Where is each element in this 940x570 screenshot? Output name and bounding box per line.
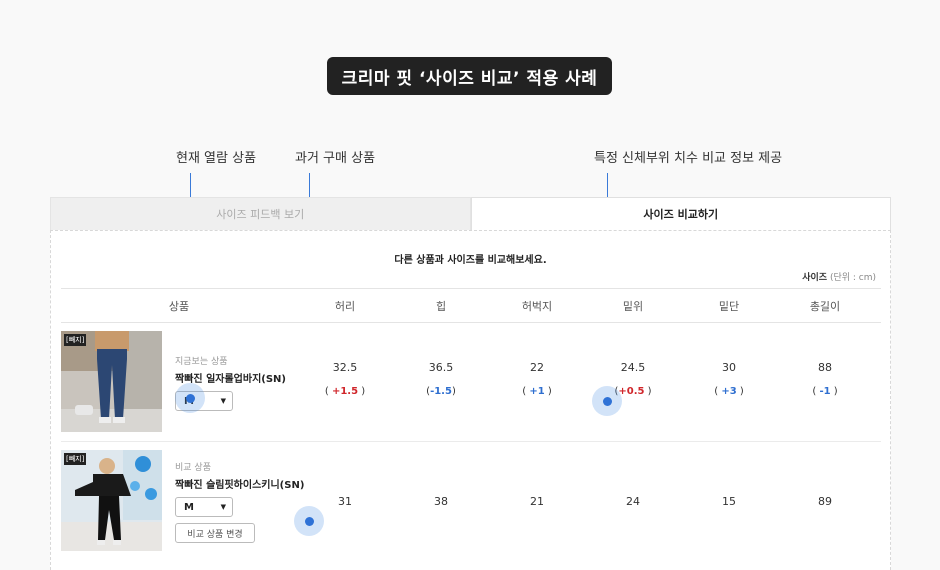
- cell-thigh-compare: 21: [489, 495, 585, 508]
- cell-hem-current: 30 ( +3 ): [681, 361, 777, 397]
- value-rise: 24.5: [620, 361, 646, 374]
- product-label-compare: 비교 상품: [175, 463, 211, 473]
- callout-body-part-comparison: 특정 신체부위 치수 비교 정보 제공: [594, 151, 783, 166]
- unit-label: 사이즈: [802, 273, 828, 283]
- cell-total-length-current: 88 ( -1 ): [777, 361, 873, 397]
- header-hem: 밑단: [718, 299, 740, 313]
- cell-total-length-compare: 89: [777, 495, 873, 508]
- value-total-length: 89: [818, 495, 832, 508]
- diff-hip-value: -1.5: [430, 386, 452, 397]
- callout-past-purchase: 과거 구매 상품: [295, 151, 376, 166]
- diff-thigh-value: +1: [529, 386, 545, 397]
- callout-marker-icon: [602, 396, 612, 406]
- page-title-badge: 크리마 핏 ‘사이즈 비교’ 적용 사례: [327, 57, 612, 95]
- cell-waist-current: 32.5 ( +1.5 ): [297, 361, 393, 397]
- header-product: 상품: [168, 299, 190, 313]
- diff-total-length-value: -1: [819, 386, 831, 397]
- size-widget-panel: 사이즈 피드백 보기 사이즈 비교하기 다른 상품과 사이즈를 비교해보세요. …: [50, 197, 891, 570]
- value-hip: 38: [434, 495, 448, 508]
- diff-hip: (-1.5): [426, 386, 456, 397]
- header-hip: 힙: [435, 299, 447, 313]
- header-waist: 허리: [334, 299, 356, 313]
- diff-waist: ( +1.5 ): [324, 386, 366, 397]
- size-select-value: M: [184, 501, 194, 513]
- table-header: 상품 허리 힙 허벅지 밑위 밑단 총길이: [61, 288, 881, 323]
- compare-subheading: 다른 상품과 사이즈를 비교해보세요.: [394, 255, 547, 266]
- table-row-current: [빼지] 지금보는 상품 짝빠진 일자롤업바지(SN) M ▼ 32.5 ( +…: [61, 323, 881, 442]
- cell-hip-current: 36.5 (-1.5): [393, 361, 489, 397]
- value-hem: 15: [722, 495, 736, 508]
- cell-rise-compare: 24: [585, 495, 681, 508]
- caret-down-icon: ▼: [220, 397, 226, 405]
- cell-hem-compare: 15: [681, 495, 777, 508]
- unit-value: (단위 : cm): [829, 273, 876, 283]
- unit-note: 사이즈 (단위 : cm): [802, 270, 876, 283]
- product-info-compare: 비교 상품 짝빠진 슬림핏하이스키니(SN) M ▼ 비교 상품 변경: [175, 460, 304, 543]
- callout-dot-current: [175, 383, 205, 413]
- value-hem: 30: [722, 361, 736, 374]
- value-thigh: 22: [530, 361, 544, 374]
- callout-marker-icon: [304, 516, 314, 526]
- callout-dot-past: [294, 506, 324, 536]
- tab-bar: 사이즈 피드백 보기 사이즈 비교하기: [50, 197, 891, 230]
- skinny-model-image: [61, 450, 162, 551]
- change-compare-product-button[interactable]: 비교 상품 변경: [175, 523, 255, 543]
- thumb-tag-current: [빼지]: [64, 334, 87, 346]
- tab-size-feedback[interactable]: 사이즈 피드백 보기: [50, 197, 471, 230]
- value-rise: 24: [626, 495, 640, 508]
- value-waist: 32.5: [332, 361, 358, 374]
- caret-down-icon: ▼: [220, 503, 226, 511]
- product-label-current: 지금보는 상품: [175, 357, 228, 367]
- thumb-tag-compare: [빼지]: [64, 453, 87, 465]
- diff-total-length: ( -1 ): [812, 386, 838, 397]
- tab-size-compare[interactable]: 사이즈 비교하기: [470, 197, 891, 230]
- value-total-length: 88: [818, 361, 832, 374]
- size-select-compare[interactable]: M ▼: [175, 497, 233, 517]
- header-thigh: 허벅지: [521, 299, 553, 313]
- product-image-compare[interactable]: [빼지]: [61, 450, 162, 551]
- header-rise: 밑위: [622, 299, 644, 313]
- cell-thigh-current: 22 ( +1 ): [489, 361, 585, 397]
- diff-rise-value: +0.5: [618, 386, 645, 397]
- callout-dot-specific: [592, 386, 622, 416]
- value-hip: 36.5: [428, 361, 454, 374]
- cell-hip-compare: 38: [393, 495, 489, 508]
- jeans-model-image: [61, 331, 162, 432]
- value-thigh: 21: [530, 495, 544, 508]
- table-row-compare: [빼지] 비교 상품 짝빠진 슬림핏하이스키니(SN) M ▼ 비교 상품 변경…: [61, 442, 881, 570]
- diff-waist-value: +1.5: [331, 386, 359, 397]
- header-total-length: 총길이: [809, 299, 841, 313]
- diff-hem: ( +3 ): [714, 386, 744, 397]
- product-name-compare[interactable]: 짝빠진 슬림핏하이스키니(SN): [175, 476, 304, 491]
- callout-current-product: 현재 열람 상품: [176, 151, 257, 166]
- callout-marker-icon: [185, 393, 195, 403]
- product-image-current[interactable]: [빼지]: [61, 331, 162, 432]
- diff-hem-value: +3: [721, 386, 737, 397]
- diff-thigh: ( +1 ): [522, 386, 552, 397]
